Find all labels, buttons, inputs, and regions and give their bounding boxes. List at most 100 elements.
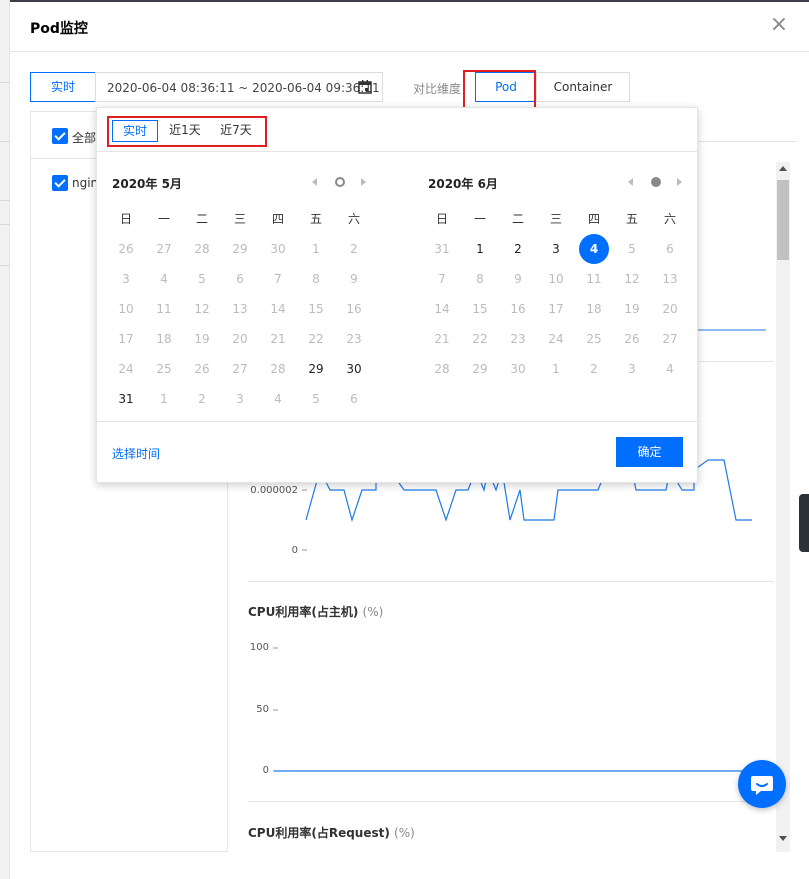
calendar-day[interactable]: 26	[613, 324, 651, 354]
select-time-link[interactable]: 选择时间	[112, 445, 160, 462]
calendar-day[interactable]: 1	[145, 384, 183, 414]
calendar-day[interactable]: 26	[183, 354, 221, 384]
calendar-day[interactable]: 12	[613, 264, 651, 294]
next-month-icon[interactable]	[677, 178, 682, 186]
side-handle[interactable]	[799, 494, 809, 552]
pod-checkbox[interactable]	[52, 175, 68, 191]
calendar-day[interactable]: 4	[145, 264, 183, 294]
calendar-day[interactable]: 2	[335, 234, 373, 264]
chat-button[interactable]	[738, 760, 786, 808]
calendar-day[interactable]: 31	[423, 234, 461, 264]
calendar-day[interactable]: 29	[297, 354, 335, 384]
calendar-day[interactable]: 23	[499, 324, 537, 354]
calendar-day[interactable]: 31	[107, 384, 145, 414]
container-dimension-button[interactable]: Container	[536, 72, 630, 102]
calendar-day[interactable]: 3	[613, 354, 651, 384]
calendar-day[interactable]: 8	[297, 264, 335, 294]
calendar-icon[interactable]	[358, 80, 372, 94]
calendar-day[interactable]: 11	[145, 294, 183, 324]
calendar-day[interactable]: 10	[537, 264, 575, 294]
chart-title-cpu-host: CPU利用率(占主机) (%)	[248, 603, 383, 620]
calendar-day[interactable]: 9	[335, 264, 373, 294]
prev-month-icon[interactable]	[628, 178, 633, 186]
calendar-day[interactable]: 16	[499, 294, 537, 324]
calendar-day[interactable]: 22	[297, 324, 335, 354]
calendar-day[interactable]: 24	[537, 324, 575, 354]
selected-day[interactable]: 4	[575, 234, 613, 264]
today-dot-icon[interactable]	[335, 177, 345, 187]
close-icon[interactable]: ×	[768, 14, 790, 36]
calendar-day[interactable]: 1	[297, 234, 335, 264]
calendar-day[interactable]: 20	[651, 294, 689, 324]
calendar-day[interactable]: 17	[537, 294, 575, 324]
calendar-day[interactable]: 26	[107, 234, 145, 264]
calendar-day[interactable]: 6	[221, 264, 259, 294]
calendar-day[interactable]: 2	[499, 234, 537, 264]
calendar-day[interactable]: 19	[183, 324, 221, 354]
scroll-down-arrow-icon[interactable]	[779, 836, 787, 841]
calendar-day[interactable]: 27	[221, 354, 259, 384]
calendar-day[interactable]: 21	[423, 324, 461, 354]
calendar-day[interactable]: 27	[145, 234, 183, 264]
calendar-day[interactable]: 2	[183, 384, 221, 414]
calendar-day[interactable]: 5	[297, 384, 335, 414]
calendar-day[interactable]: 27	[651, 324, 689, 354]
realtime-button[interactable]: 实时	[30, 72, 96, 102]
calendar-day[interactable]: 3	[221, 384, 259, 414]
date-range-input[interactable]: 2020-06-04 08:36:11 ~ 2020-06-04 09:36:1…	[95, 72, 383, 102]
calendar-day[interactable]: 23	[335, 324, 373, 354]
calendar-day[interactable]: 15	[297, 294, 335, 324]
calendar-day[interactable]: 5	[613, 234, 651, 264]
vertical-scrollbar[interactable]	[776, 162, 790, 852]
calendar-day[interactable]: 28	[259, 354, 297, 384]
calendar-day[interactable]: 29	[461, 354, 499, 384]
scroll-up-arrow-icon[interactable]	[779, 166, 787, 171]
calendar-day[interactable]: 7	[423, 264, 461, 294]
select-all-checkbox[interactable]	[52, 128, 68, 144]
calendar-day[interactable]: 19	[613, 294, 651, 324]
calendar-day[interactable]: 22	[461, 324, 499, 354]
calendar-day[interactable]: 30	[259, 234, 297, 264]
scroll-thumb[interactable]	[777, 180, 789, 260]
calendar-day[interactable]: 5	[183, 264, 221, 294]
calendar-day[interactable]: 4	[651, 354, 689, 384]
calendar-day[interactable]: 3	[537, 234, 575, 264]
calendar-day[interactable]: 28	[183, 234, 221, 264]
calendar-day[interactable]: 15	[461, 294, 499, 324]
calendar-day[interactable]: 3	[107, 264, 145, 294]
calendar-day[interactable]: 25	[145, 354, 183, 384]
calendar-day[interactable]: 21	[259, 324, 297, 354]
calendar-day[interactable]: 11	[575, 264, 613, 294]
confirm-button[interactable]: 确定	[616, 437, 683, 467]
calendar-day[interactable]: 9	[499, 264, 537, 294]
calendar-day[interactable]: 13	[651, 264, 689, 294]
calendar-day[interactable]: 4	[259, 384, 297, 414]
prev-month-icon[interactable]	[312, 178, 317, 186]
calendar-day[interactable]: 14	[423, 294, 461, 324]
calendar-day[interactable]: 2	[575, 354, 613, 384]
calendar-day[interactable]: 29	[221, 234, 259, 264]
calendar-day[interactable]: 1	[537, 354, 575, 384]
calendar-day[interactable]: 10	[107, 294, 145, 324]
calendar-day[interactable]: 30	[499, 354, 537, 384]
calendar-day[interactable]: 14	[259, 294, 297, 324]
calendar-day[interactable]: 18	[145, 324, 183, 354]
calendar-day[interactable]: 7	[259, 264, 297, 294]
calendar-day[interactable]: 8	[461, 264, 499, 294]
calendar-day[interactable]: 6	[335, 384, 373, 414]
select-all-label: 全部	[72, 131, 97, 145]
calendar-day[interactable]: 1	[461, 234, 499, 264]
calendar-day[interactable]: 28	[423, 354, 461, 384]
calendar-day[interactable]: 16	[335, 294, 373, 324]
calendar-day[interactable]: 12	[183, 294, 221, 324]
calendar-day[interactable]: 18	[575, 294, 613, 324]
calendar-day[interactable]: 24	[107, 354, 145, 384]
calendar-day[interactable]: 25	[575, 324, 613, 354]
calendar-day[interactable]: 30	[335, 354, 373, 384]
today-dot-icon[interactable]	[651, 177, 661, 187]
next-month-icon[interactable]	[361, 178, 366, 186]
calendar-day[interactable]: 17	[107, 324, 145, 354]
calendar-day[interactable]: 20	[221, 324, 259, 354]
calendar-day[interactable]: 13	[221, 294, 259, 324]
calendar-day[interactable]: 6	[651, 234, 689, 264]
